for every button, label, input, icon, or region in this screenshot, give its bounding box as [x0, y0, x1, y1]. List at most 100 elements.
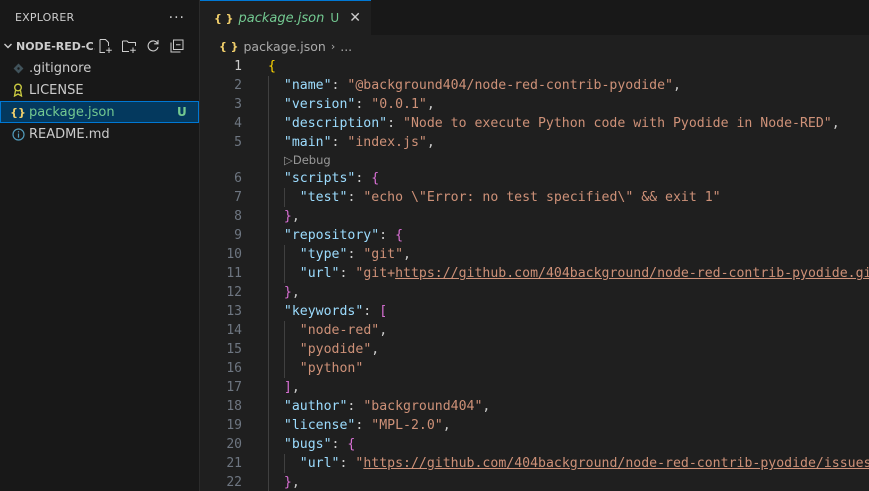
code-editor[interactable]: 1{2 "name": "@background404/node-red-cont… — [200, 57, 869, 491]
line-number: 14 — [226, 323, 242, 338]
code-line[interactable]: 16 "python" — [200, 359, 869, 378]
code-token: , — [291, 475, 300, 490]
line-number: 12 — [226, 285, 242, 300]
code-token: , — [442, 418, 451, 433]
code-line[interactable]: 22}, — [200, 473, 869, 491]
code-line[interactable]: 18 "author": "background404", — [200, 397, 869, 416]
breadcrumb-file[interactable]: package.json — [244, 39, 326, 54]
code-token: "version" — [283, 97, 356, 112]
code-text: ], — [284, 378, 300, 397]
line-number: 18 — [226, 399, 242, 414]
line-number: 22 — [226, 475, 242, 490]
code-token: "author" — [283, 399, 348, 414]
code-line[interactable]: 15 "pyodide", — [200, 340, 869, 359]
code-token: "description" — [283, 116, 388, 131]
code-token: , — [291, 285, 300, 300]
file-name: LICENSE — [29, 82, 84, 98]
code-text: "description": "Node to execute Python c… — [284, 114, 840, 133]
indent-guide — [268, 95, 269, 114]
code-line[interactable]: 9 "repository": { — [200, 226, 869, 245]
debug-codelens[interactable]: ▷Debug — [284, 152, 331, 169]
code-line[interactable]: 10 "type": "git", — [200, 245, 869, 264]
code-token: : — [331, 437, 348, 452]
line-number: 1 — [234, 59, 242, 74]
code-token[interactable]: https://github.com/404background/node-re… — [363, 456, 869, 471]
code-line[interactable]: 8}, — [200, 207, 869, 226]
new-file-icon — [99, 39, 112, 53]
json-icon: { } — [214, 11, 234, 25]
indent-guide — [268, 76, 269, 95]
indent-guide — [268, 264, 269, 283]
code-line[interactable]: 14 "node-red", — [200, 321, 869, 340]
code-token: } — [283, 285, 292, 300]
indent-guide — [283, 264, 285, 283]
json-icon: {} — [10, 105, 26, 119]
code-text: "license": "MPL-2.0", — [284, 416, 451, 435]
editor-area: { } package.json U ✕ { } package.json › … — [200, 0, 869, 491]
code-token: , — [291, 209, 300, 224]
line-number: 6 — [234, 171, 242, 186]
code-line[interactable]: 4 "description": "Node to execute Python … — [200, 114, 869, 133]
indent-guide — [268, 416, 269, 435]
new-file-button[interactable] — [95, 36, 115, 56]
refresh-button[interactable] — [143, 36, 163, 56]
code-line[interactable]: 19 "license": "MPL-2.0", — [200, 416, 869, 435]
new-folder-button[interactable] — [119, 36, 139, 56]
indent-guide — [268, 302, 269, 321]
code-line[interactable]: 6 "scripts": { — [200, 169, 869, 188]
code-line[interactable]: 5 "main": "index.js", — [200, 133, 869, 152]
code-token: [ — [379, 304, 388, 319]
breadcrumb: { } package.json › ... — [200, 35, 869, 57]
code-token: { — [395, 228, 404, 243]
code-text: "main": "index.js", — [284, 133, 435, 152]
code-text: "pyodide", — [300, 340, 379, 359]
tab-label: package.json — [238, 10, 325, 26]
indent-guide — [283, 245, 285, 264]
code-line[interactable]: 1{ — [200, 57, 869, 76]
line-number: 5 — [234, 135, 242, 150]
code-token: "bugs" — [283, 437, 332, 452]
code-token: } — [283, 475, 292, 490]
code-token: : — [347, 190, 364, 205]
code-token: : — [347, 399, 364, 414]
indent-guide — [268, 397, 269, 416]
code-token[interactable]: https://github.com/404background/node-re… — [395, 266, 869, 281]
code-token: "test" — [299, 190, 348, 205]
code-token: : — [339, 456, 356, 471]
workspace-folder-header[interactable]: NODE-RED-C... — [0, 35, 199, 57]
explorer-actions — [95, 36, 199, 56]
breadcrumb-symbol[interactable]: ... — [340, 39, 352, 54]
file-item-gitignore[interactable]: .gitignore — [0, 57, 199, 79]
code-token: { — [371, 171, 380, 186]
code-token: "git" — [363, 247, 404, 262]
file-item-package-json[interactable]: {} package.json U — [0, 101, 199, 123]
untracked-badge: U — [330, 11, 340, 25]
close-icon[interactable]: ✕ — [347, 10, 363, 26]
code-line[interactable]: 11 "url": "git+https://github.com/404back… — [200, 264, 869, 283]
line-number: 11 — [226, 266, 242, 281]
code-line[interactable]: 20 "bugs": { — [200, 435, 869, 454]
code-line[interactable]: 2 "name": "@background404/node-red-contri… — [200, 76, 869, 95]
code-text: "name": "@background404/node-red-contrib… — [284, 76, 681, 95]
tab-package-json[interactable]: { } package.json U ✕ — [200, 0, 372, 35]
code-token: "license" — [283, 418, 356, 433]
codelens-row: ▷Debug — [200, 152, 869, 169]
code-line[interactable]: 13 "keywords": [ — [200, 302, 869, 321]
code-token: , — [426, 135, 435, 150]
collapse-all-button[interactable] — [167, 36, 187, 56]
code-token: , — [379, 323, 388, 338]
code-line[interactable]: 3 "version": "0.0.1", — [200, 95, 869, 114]
file-item-license[interactable]: LICENSE — [0, 79, 199, 101]
code-line[interactable]: 21 "url": "https://github.com/404backgrou… — [200, 454, 869, 473]
indent-guide — [268, 321, 269, 340]
code-line[interactable]: 7 "test": "echo \"Error: no test specifie… — [200, 188, 869, 207]
code-token: "repository" — [283, 228, 380, 243]
more-actions-button[interactable]: ··· — [169, 10, 185, 26]
code-token: , — [426, 97, 435, 112]
indent-guide — [268, 473, 269, 491]
code-line[interactable]: 12}, — [200, 283, 869, 302]
code-text: }, — [284, 473, 300, 491]
code-line[interactable]: 17], — [200, 378, 869, 397]
file-item-readme[interactable]: README.md — [0, 123, 199, 145]
code-token: : — [347, 247, 364, 262]
